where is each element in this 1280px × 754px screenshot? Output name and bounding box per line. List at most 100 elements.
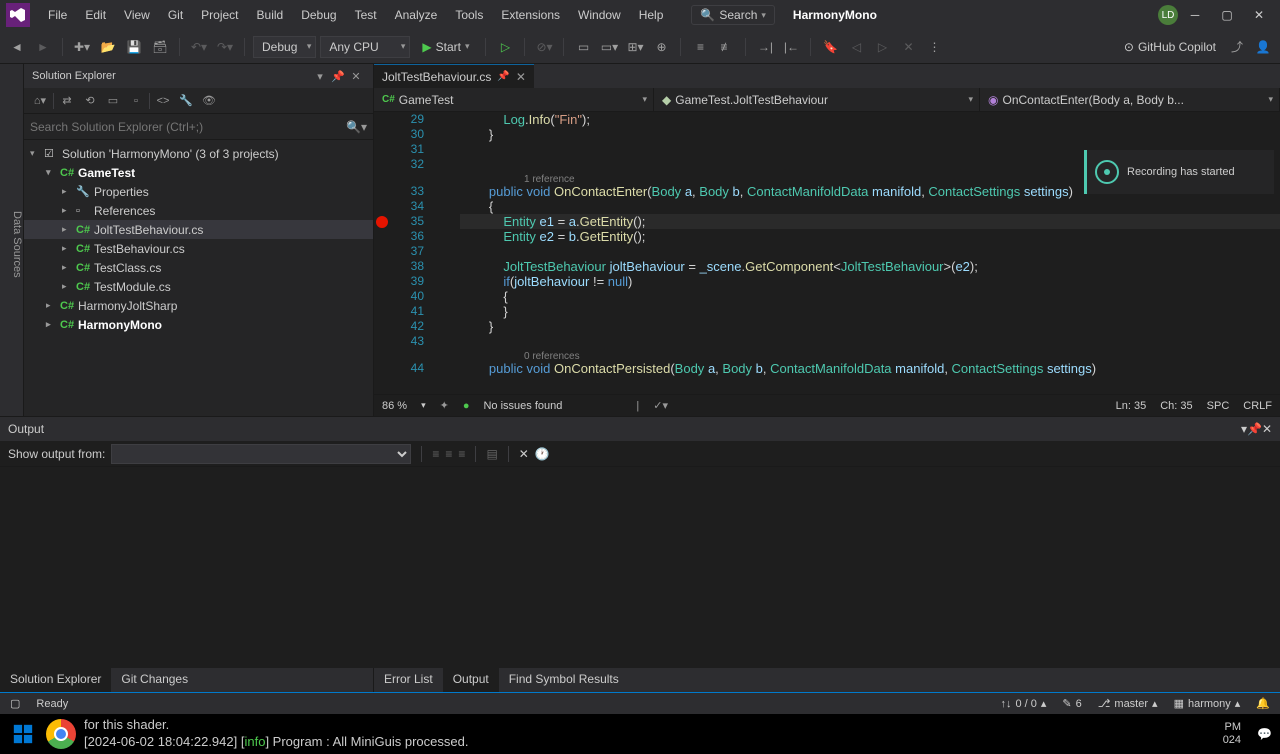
solexp-pin-button[interactable]: 📌 bbox=[329, 67, 347, 85]
minimize-button[interactable]: ─ bbox=[1180, 0, 1210, 30]
save-all-button[interactable]: 🗃 bbox=[149, 36, 171, 58]
nav-project-dropdown[interactable]: C# GameTest bbox=[374, 88, 654, 111]
outdent-button[interactable]: |← bbox=[780, 36, 802, 58]
maximize-button[interactable]: ▢ bbox=[1212, 0, 1242, 30]
tb-icon-1[interactable]: ⊘▾ bbox=[533, 36, 555, 58]
solexp-close-button[interactable]: ✕ bbox=[347, 67, 365, 85]
menu-tools[interactable]: Tools bbox=[447, 4, 491, 26]
solexp-dropdown-button[interactable]: ▾ bbox=[311, 67, 329, 85]
tree-item[interactable]: ▸▫References bbox=[24, 201, 373, 220]
bookmark-button[interactable]: 🔖 bbox=[819, 36, 841, 58]
bookmark-prev-button[interactable]: ◁ bbox=[845, 36, 867, 58]
nav-forward-button[interactable]: ► bbox=[32, 36, 54, 58]
data-sources-rail[interactable]: Data Sources bbox=[0, 64, 24, 416]
output-source-dropdown[interactable] bbox=[111, 444, 411, 464]
zoom-level[interactable]: 86 % bbox=[382, 400, 407, 412]
tab-find-symbol[interactable]: Find Symbol Results bbox=[499, 668, 629, 692]
tb-icon-3[interactable]: ▭▾ bbox=[598, 36, 620, 58]
spaces-indicator[interactable]: SPC bbox=[1207, 400, 1230, 412]
tb-icon-5[interactable]: ⊕ bbox=[650, 36, 672, 58]
new-project-button[interactable]: ✚▾ bbox=[71, 36, 93, 58]
tree-item[interactable]: ▾C#GameTest bbox=[24, 163, 373, 182]
git-branch[interactable]: ⎇ master ▴ bbox=[1098, 697, 1158, 710]
solexp-sync-button[interactable]: ⇄ bbox=[57, 91, 77, 111]
solexp-props-button[interactable]: 🔧 bbox=[176, 91, 196, 111]
solexp-home-button[interactable]: ⌂▾ bbox=[30, 91, 50, 111]
tree-item[interactable]: ▸C#HarmonyMono bbox=[24, 315, 373, 334]
output-pin-button[interactable]: 📌 bbox=[1247, 422, 1262, 436]
menu-build[interactable]: Build bbox=[249, 4, 292, 26]
user-avatar[interactable]: LD bbox=[1158, 5, 1178, 25]
windows-start-button[interactable] bbox=[8, 719, 38, 749]
bookmark-next-button[interactable]: ▷ bbox=[871, 36, 893, 58]
menu-file[interactable]: File bbox=[40, 4, 75, 26]
tray-icon[interactable]: 💬 bbox=[1257, 727, 1272, 741]
tab-output[interactable]: Output bbox=[443, 668, 499, 692]
solexp-preview-button[interactable]: 👁 bbox=[199, 91, 219, 111]
menu-view[interactable]: View bbox=[116, 4, 158, 26]
bookmark-clear-button[interactable]: ✕ bbox=[897, 36, 919, 58]
lineend-indicator[interactable]: CRLF bbox=[1243, 400, 1272, 412]
menu-analyze[interactable]: Analyze bbox=[387, 4, 446, 26]
solexp-code-button[interactable]: <> bbox=[153, 91, 173, 111]
menu-edit[interactable]: Edit bbox=[77, 4, 114, 26]
git-repo[interactable]: ▦ harmony ▴ bbox=[1174, 697, 1241, 710]
menu-debug[interactable]: Debug bbox=[293, 4, 344, 26]
search-icon[interactable]: 🔍▾ bbox=[346, 120, 367, 134]
solexp-search-input[interactable] bbox=[30, 120, 346, 134]
tab-active[interactable]: JoltTestBehaviour.cs 📌 ✕ bbox=[374, 64, 534, 88]
tb-icon-2[interactable]: ▭ bbox=[572, 36, 594, 58]
menu-window[interactable]: Window bbox=[570, 4, 629, 26]
tb-icon-4[interactable]: ⊞▾ bbox=[624, 36, 646, 58]
output-toggle-button[interactable]: ≡ bbox=[445, 447, 452, 461]
close-window-button[interactable]: ✕ bbox=[1244, 0, 1274, 30]
copilot-button[interactable]: ⊙ GitHub Copilot bbox=[1118, 38, 1222, 56]
breakpoint-icon[interactable] bbox=[376, 216, 388, 228]
col-indicator[interactable]: Ch: 35 bbox=[1160, 400, 1192, 412]
tab-error-list[interactable]: Error List bbox=[374, 668, 443, 692]
solexp-refresh-button[interactable]: ⟲ bbox=[80, 91, 100, 111]
search-box[interactable]: 🔍 Search ▾ bbox=[691, 5, 775, 25]
output-btn4[interactable]: ▤ bbox=[486, 447, 497, 461]
redo-button[interactable]: ↷▾ bbox=[214, 36, 236, 58]
platform-dropdown[interactable]: Any CPU bbox=[320, 36, 410, 58]
solexp-collapse-button[interactable]: ▭ bbox=[103, 91, 123, 111]
menu-extensions[interactable]: Extensions bbox=[493, 4, 568, 26]
tree-item[interactable]: ▸🔧Properties bbox=[24, 182, 373, 201]
menu-git[interactable]: Git bbox=[160, 4, 191, 26]
git-changes-count[interactable]: ✎ 6 bbox=[1062, 697, 1081, 710]
tab-pin-icon[interactable]: 📌 bbox=[497, 71, 509, 82]
start-debug-button[interactable]: ▶ Start ▾ bbox=[414, 38, 477, 56]
notifications-icon[interactable]: ▢ bbox=[10, 697, 20, 710]
tree-item[interactable]: ▸C#TestClass.cs bbox=[24, 258, 373, 277]
issues-label[interactable]: No issues found bbox=[483, 400, 562, 412]
nav-method-dropdown[interactable]: ◉ OnContactEnter(Body a, Body b... bbox=[980, 88, 1280, 111]
output-body[interactable] bbox=[0, 467, 1280, 668]
indent-button[interactable]: →| bbox=[754, 36, 776, 58]
recording-notification[interactable]: Recording has started bbox=[1084, 150, 1274, 194]
comment-button[interactable]: ≡ bbox=[689, 36, 711, 58]
output-btn5[interactable]: ✕ bbox=[519, 447, 529, 461]
solexp-showall-button[interactable]: ▫ bbox=[126, 91, 146, 111]
output-close-button[interactable]: ✕ bbox=[1262, 422, 1272, 436]
tab-solution-explorer[interactable]: Solution Explorer bbox=[0, 668, 111, 692]
output-clear-button[interactable]: ≡ bbox=[432, 447, 439, 461]
tree-item[interactable]: ▸C#JoltTestBehaviour.cs bbox=[24, 220, 373, 239]
tab-close-button[interactable]: ✕ bbox=[516, 70, 526, 84]
save-button[interactable]: 💾 bbox=[123, 36, 145, 58]
uncomment-button[interactable]: ≢ bbox=[715, 36, 737, 58]
menu-help[interactable]: Help bbox=[631, 4, 672, 26]
nav-back-button[interactable]: ◄ bbox=[6, 36, 28, 58]
menu-test[interactable]: Test bbox=[347, 4, 385, 26]
output-btn6[interactable]: 🕐 bbox=[535, 447, 550, 461]
tree-item[interactable]: ▸C#TestBehaviour.cs bbox=[24, 239, 373, 258]
tree-item[interactable]: ▸C#TestModule.cs bbox=[24, 277, 373, 296]
output-wrap-button[interactable]: ≡ bbox=[458, 447, 465, 461]
menu-project[interactable]: Project bbox=[193, 4, 246, 26]
tab-git-changes[interactable]: Git Changes bbox=[111, 668, 198, 692]
line-indicator[interactable]: Ln: 35 bbox=[1116, 400, 1147, 412]
config-dropdown[interactable]: Debug bbox=[253, 36, 316, 58]
git-updown[interactable]: ↑↓ 0 / 0 ▴ bbox=[1000, 697, 1046, 710]
account-button[interactable]: 👤 bbox=[1252, 36, 1274, 58]
bell-icon[interactable]: 🔔 bbox=[1256, 697, 1270, 710]
